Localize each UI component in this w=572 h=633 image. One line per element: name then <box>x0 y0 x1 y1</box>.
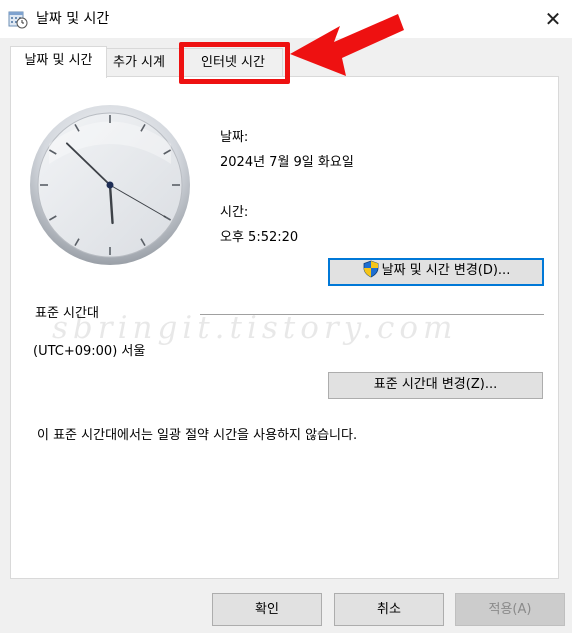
watermark: sbringit.tistory.com <box>52 310 458 346</box>
close-button[interactable]: ✕ <box>538 4 568 34</box>
uac-shield-icon <box>362 260 380 278</box>
datetime-app-icon <box>8 9 28 29</box>
tab-date-and-time[interactable]: 날짜 및 시간 <box>10 46 107 78</box>
analog-clock <box>29 104 191 266</box>
date-value: 2024년 7월 9일 화요일 <box>220 155 354 170</box>
cancel-button[interactable]: 취소 <box>334 593 444 626</box>
window-title: 날짜 및 시간 <box>36 11 110 27</box>
change-timezone-button[interactable]: 표준 시간대 변경(Z)... <box>328 372 543 399</box>
dst-note: 이 표준 시간대에서는 일광 절약 시간을 사용하지 않습니다. <box>37 428 358 443</box>
tab-additional-clocks[interactable]: 추가 시계 <box>106 48 182 77</box>
date-label: 날짜: <box>220 130 249 145</box>
change-date-time-button[interactable]: 날짜 및 시간 변경(D)... <box>328 258 544 286</box>
ok-button[interactable]: 확인 <box>212 593 322 626</box>
apply-button[interactable]: 적용(A) <box>455 593 565 626</box>
time-value: 오후 5:52:20 <box>220 230 299 245</box>
annotation-arrow-icon <box>278 10 428 90</box>
time-label: 시간: <box>220 205 249 220</box>
annotation-highlight-box <box>179 42 290 84</box>
change-date-time-label: 날짜 및 시간 변경(D)... <box>381 263 511 278</box>
timezone-value: (UTC+09:00) 서울 <box>33 344 146 359</box>
